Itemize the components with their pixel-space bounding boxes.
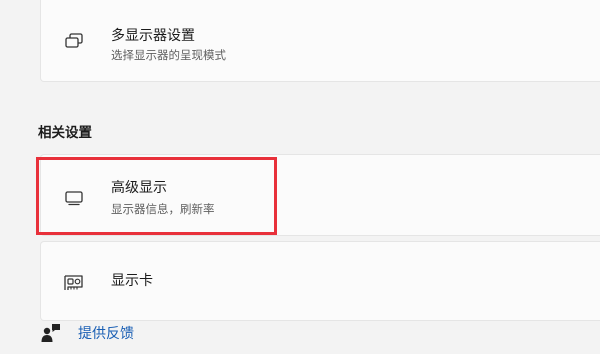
multiple-displays-icon: [63, 32, 85, 50]
multi-display-settings-card[interactable]: 多显示器设置 选择显示器的呈现模式: [40, 0, 600, 82]
multi-display-subtitle: 选择显示器的呈现模式: [111, 48, 226, 62]
feedback-icon: [40, 322, 62, 344]
multi-display-title: 多显示器设置: [111, 28, 195, 44]
advanced-display-subtitle: 显示器信息，刷新率: [111, 202, 215, 216]
feedback-link[interactable]: 提供反馈: [40, 321, 134, 345]
graphics-card-card[interactable]: 显示卡: [40, 241, 600, 321]
advanced-display-title: 高级显示: [111, 180, 167, 196]
advanced-display-card[interactable]: 高级显示 显示器信息，刷新率: [40, 154, 600, 236]
monitor-icon: [63, 189, 85, 207]
related-settings-heading: 相关设置: [38, 125, 92, 141]
graphics-card-icon: [63, 274, 85, 292]
feedback-label: 提供反馈: [78, 326, 134, 342]
graphics-card-title: 显示卡: [111, 273, 153, 289]
